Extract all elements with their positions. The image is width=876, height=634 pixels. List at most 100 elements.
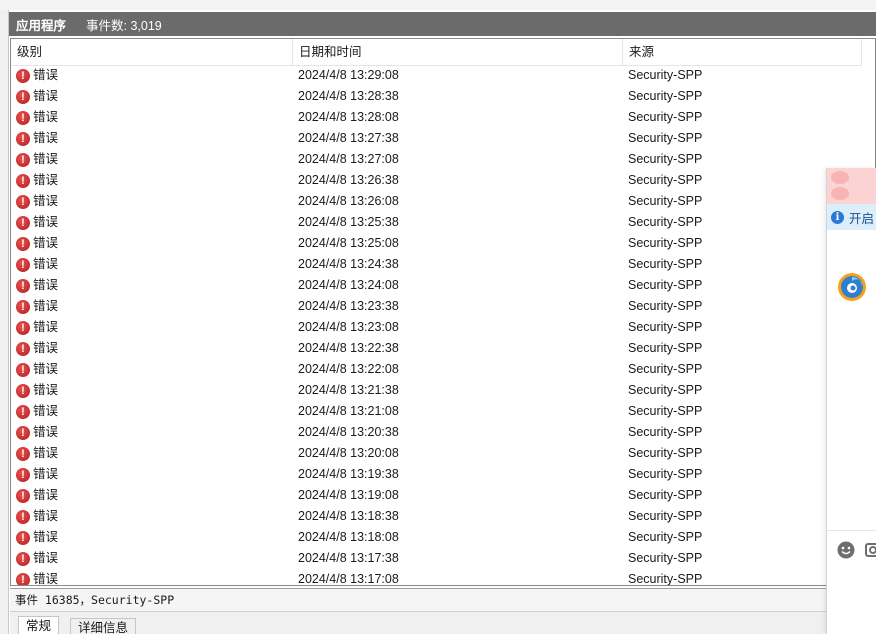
event-detail-text: 事件 16385，Security-SPP (15, 593, 175, 607)
table-row[interactable]: ! 错误 2024/4/8 13:18:08 Security-SPP (11, 527, 862, 548)
cell-level: ! 错误 (16, 359, 58, 380)
cell-source: Security-SPP (628, 68, 703, 82)
level-text: 错误 (33, 68, 59, 82)
table-row[interactable]: ! 错误 2024/4/8 13:27:08 Security-SPP (11, 149, 862, 170)
table-row[interactable]: ! 错误 2024/4/8 13:29:08 Security-SPP (11, 65, 862, 86)
cell-datetime: 2024/4/8 13:19:38 (298, 467, 399, 481)
event-list[interactable]: 级别 日期和时间 来源 ! 错误 2024/4/8 13:29:08 Security… (10, 38, 876, 586)
cell-source: Security-SPP (628, 404, 703, 418)
table-row[interactable]: ! 错误 2024/4/8 13:19:38 Security-SPP (11, 464, 862, 485)
column-header-source[interactable]: 来源 (622, 39, 862, 65)
cell-level: ! 错误 (16, 401, 58, 422)
cell-level: ! 错误 (16, 170, 58, 191)
cell-level: ! 错误 (16, 317, 58, 338)
table-row[interactable]: ! 错误 2024/4/8 13:23:38 Security-SPP (11, 296, 862, 317)
tab-general[interactable]: 常规 (18, 616, 60, 634)
cell-level: ! 错误 (16, 233, 58, 254)
table-row[interactable]: ! 错误 2024/4/8 13:22:08 Security-SPP (11, 359, 862, 380)
cell-datetime: 2024/4/8 13:24:38 (298, 257, 399, 271)
cell-datetime: 2024/4/8 13:17:08 (298, 572, 399, 586)
table-row[interactable]: ! 错误 2024/4/8 13:26:08 Security-SPP (11, 191, 862, 212)
column-header-level[interactable]: 级别 (11, 39, 292, 65)
cell-level: ! 错误 (16, 128, 58, 149)
cell-source: Security-SPP (628, 530, 703, 544)
cell-datetime: 2024/4/8 13:18:08 (298, 530, 399, 544)
table-row[interactable]: ! 错误 2024/4/8 13:25:38 Security-SPP (11, 212, 862, 233)
cell-datetime: 2024/4/8 13:26:38 (298, 173, 399, 187)
app-logo-icon[interactable] (837, 272, 867, 302)
cell-source: Security-SPP (628, 257, 703, 271)
cell-datetime: 2024/4/8 13:19:08 (298, 488, 399, 502)
cell-level: ! 错误 (16, 380, 58, 401)
error-icon: ! (16, 551, 30, 566)
error-icon: ! (16, 320, 30, 335)
table-row[interactable]: ! 错误 2024/4/8 13:24:08 Security-SPP (11, 275, 862, 296)
emoji-icon[interactable] (837, 541, 855, 559)
table-row[interactable]: ! 错误 2024/4/8 13:17:08 Security-SPP (11, 569, 862, 586)
table-row[interactable]: ! 错误 2024/4/8 13:17:38 Security-SPP (11, 548, 862, 569)
error-icon: ! (16, 257, 30, 272)
cell-level: ! 错误 (16, 506, 58, 527)
cell-source: Security-SPP (628, 509, 703, 523)
level-text: 错误 (33, 404, 59, 418)
cell-source: Security-SPP (628, 236, 703, 250)
cell-level: ! 错误 (16, 191, 58, 212)
table-row[interactable]: ! 错误 2024/4/8 13:26:38 Security-SPP (11, 170, 862, 191)
cell-datetime: 2024/4/8 13:26:08 (298, 194, 399, 208)
cell-datetime: 2024/4/8 13:18:38 (298, 509, 399, 523)
level-text: 错误 (33, 131, 59, 145)
log-title: 应用程序 (16, 18, 67, 33)
event-count: 事件数: 3,019 (86, 18, 162, 33)
table-row[interactable]: ! 错误 2024/4/8 13:24:38 Security-SPP (11, 254, 862, 275)
cell-datetime: 2024/4/8 13:20:08 (298, 446, 399, 460)
table-row[interactable]: ! 错误 2024/4/8 13:21:08 Security-SPP (11, 401, 862, 422)
cell-level: ! 错误 (16, 569, 58, 585)
error-icon: ! (16, 278, 30, 293)
cell-level: ! 错误 (16, 107, 58, 128)
table-row[interactable]: ! 错误 2024/4/8 13:19:08 Security-SPP (11, 485, 862, 506)
cell-datetime: 2024/4/8 13:20:38 (298, 425, 399, 439)
cell-source: Security-SPP (628, 110, 703, 124)
tab-details[interactable]: 详细信息 (70, 618, 137, 634)
column-header-datetime[interactable]: 日期和时间 (292, 39, 622, 65)
error-icon: ! (16, 152, 30, 167)
cell-level: ! 错误 (16, 485, 58, 506)
table-row[interactable]: ! 错误 2024/4/8 13:18:38 Security-SPP (11, 506, 862, 527)
table-row[interactable]: ! 错误 2024/4/8 13:22:38 Security-SPP (11, 338, 862, 359)
left-pane-edge[interactable] (0, 10, 9, 634)
log-header: 应用程序 事件数: 3,019 (9, 12, 876, 36)
table-row[interactable]: ! 错误 2024/4/8 13:28:38 Security-SPP (11, 86, 862, 107)
table-row[interactable]: ! 错误 2024/4/8 13:28:08 Security-SPP (11, 107, 862, 128)
cell-datetime: 2024/4/8 13:22:08 (298, 362, 399, 376)
banner-decoration (831, 171, 849, 184)
level-text: 错误 (33, 215, 59, 229)
cell-source: Security-SPP (628, 551, 703, 565)
side-popup-panel[interactable]: i 开启 (826, 168, 876, 634)
screenshot-icon[interactable] (865, 541, 876, 559)
error-icon: ! (16, 383, 30, 398)
level-text: 错误 (33, 425, 59, 439)
column-header-extra[interactable] (861, 39, 875, 65)
cell-datetime: 2024/4/8 13:27:38 (298, 131, 399, 145)
popup-info-bar[interactable]: i 开启 (827, 204, 876, 230)
error-icon: ! (16, 530, 30, 545)
cell-source: Security-SPP (628, 131, 703, 145)
table-row[interactable]: ! 错误 2024/4/8 13:21:38 Security-SPP (11, 380, 862, 401)
level-text: 错误 (33, 320, 59, 334)
error-icon: ! (16, 488, 30, 503)
level-text: 错误 (33, 446, 59, 460)
error-icon: ! (16, 425, 30, 440)
error-icon: ! (16, 89, 30, 104)
cell-datetime: 2024/4/8 13:22:38 (298, 341, 399, 355)
error-icon: ! (16, 404, 30, 419)
table-row[interactable]: ! 错误 2024/4/8 13:27:38 Security-SPP (11, 128, 862, 149)
cell-source: Security-SPP (628, 320, 703, 334)
detail-tabs: 常规 详细信息 (10, 612, 830, 634)
cell-level: ! 错误 (16, 254, 58, 275)
table-row[interactable]: ! 错误 2024/4/8 13:20:38 Security-SPP (11, 422, 862, 443)
cell-source: Security-SPP (628, 194, 703, 208)
error-icon: ! (16, 194, 30, 209)
table-row[interactable]: ! 错误 2024/4/8 13:23:08 Security-SPP (11, 317, 862, 338)
table-row[interactable]: ! 错误 2024/4/8 13:25:08 Security-SPP (11, 233, 862, 254)
table-row[interactable]: ! 错误 2024/4/8 13:20:08 Security-SPP (11, 443, 862, 464)
